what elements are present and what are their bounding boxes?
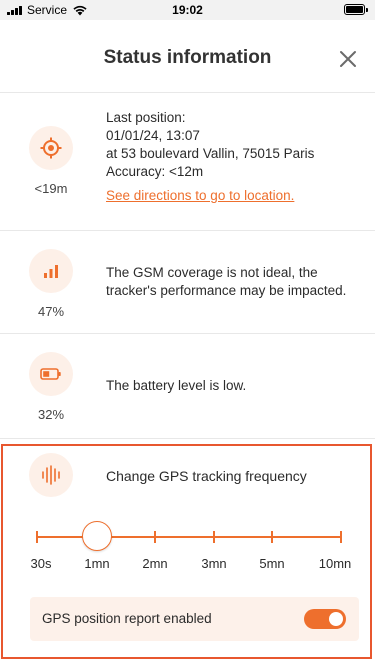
slider-tick-30s bbox=[36, 531, 38, 543]
position-date: 01/01/24, 13:07 bbox=[106, 128, 200, 143]
position-section: <19m Last position: 01/01/24, 13:07 at 5… bbox=[0, 93, 375, 231]
slider-tick-10mn bbox=[340, 531, 342, 543]
ios-status-bar: Service 19:02 bbox=[0, 0, 375, 20]
slider-label-2mn[interactable]: 2mn bbox=[130, 556, 180, 571]
modal-header: Status information bbox=[0, 20, 375, 93]
gsm-message: The GSM coverage is not ideal, the track… bbox=[106, 264, 361, 300]
close-icon[interactable] bbox=[339, 50, 357, 68]
slider-label-30s[interactable]: 30s bbox=[16, 556, 66, 571]
position-address: at 53 boulevard Vallin, 75015 Paris bbox=[106, 146, 315, 161]
location-target-icon bbox=[29, 126, 73, 170]
battery-low-icon bbox=[29, 352, 73, 396]
signal-bars-icon bbox=[29, 249, 73, 293]
position-details: Last position: 01/01/24, 13:07 at 53 bou… bbox=[106, 109, 361, 205]
frequency-title: Change GPS tracking frequency bbox=[106, 468, 307, 484]
battery-section: 32% The battery level is low. bbox=[0, 334, 375, 439]
position-line-1: Last position: bbox=[106, 110, 186, 125]
status-information-screen: Service 19:02 Status information <19m La… bbox=[0, 0, 375, 667]
toggle-knob bbox=[329, 612, 343, 626]
slider-label-3mn[interactable]: 3mn bbox=[189, 556, 239, 571]
gsm-message-line-1: The GSM coverage is not ideal, the bbox=[106, 265, 318, 280]
gps-report-label: GPS position report enabled bbox=[42, 611, 212, 626]
position-accuracy-value: <19m bbox=[34, 181, 68, 196]
position-accuracy: Accuracy: <12m bbox=[106, 164, 204, 179]
gsm-message-line-2: tracker's performance may be impacted. bbox=[106, 283, 347, 298]
status-bar-time: 19:02 bbox=[172, 3, 203, 17]
gps-report-row: GPS position report enabled bbox=[30, 597, 359, 641]
gsm-coverage-value: 47% bbox=[37, 304, 65, 319]
slider-label-10mn[interactable]: 10mn bbox=[310, 556, 360, 571]
slider-tick-3mn bbox=[213, 531, 215, 543]
status-battery-icon bbox=[344, 4, 368, 15]
battery-level-value: 32% bbox=[37, 407, 65, 422]
slider-label-5mn[interactable]: 5mn bbox=[247, 556, 297, 571]
battery-message: The battery level is low. bbox=[106, 378, 247, 393]
directions-link[interactable]: See directions to go to location. bbox=[106, 188, 294, 203]
gps-report-toggle[interactable] bbox=[304, 609, 346, 629]
slider-label-1mn[interactable]: 1mn bbox=[72, 556, 122, 571]
slider-tick-5mn bbox=[271, 531, 273, 543]
slider-tick-2mn bbox=[154, 531, 156, 543]
page-title: Status information bbox=[103, 47, 272, 68]
sound-wave-icon bbox=[29, 453, 73, 497]
gsm-section: 47% The GSM coverage is not ideal, the t… bbox=[0, 231, 375, 334]
frequency-slider-thumb[interactable] bbox=[82, 521, 112, 551]
